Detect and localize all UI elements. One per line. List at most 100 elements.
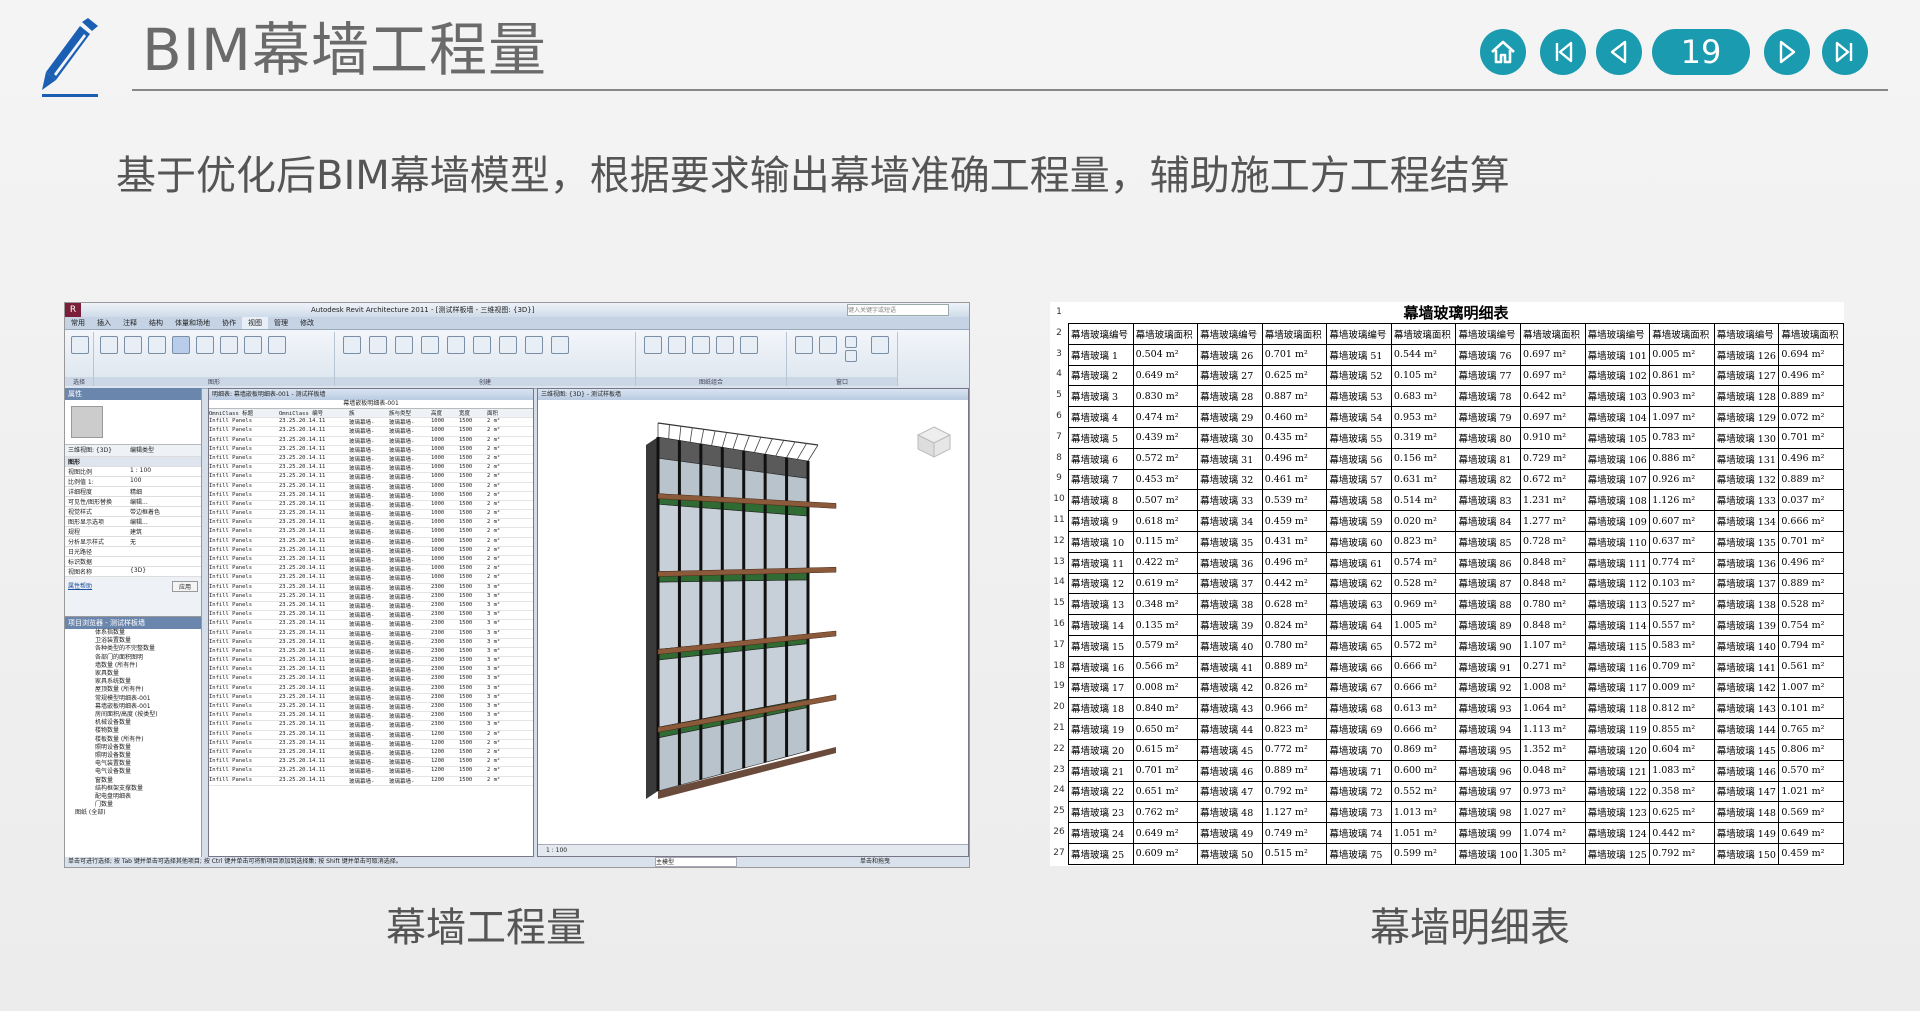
panel-id-cell[interactable]: 幕墙玻璃 77 — [1455, 364, 1522, 387]
panel-area-cell[interactable]: 0.887 m² — [1261, 385, 1328, 408]
panel-id-cell[interactable]: 幕墙玻璃 64 — [1326, 614, 1392, 636]
panel-id-cell[interactable]: 幕墙玻璃 108 — [1584, 489, 1651, 512]
schedule-row[interactable]: Infill Panels 23.25.20.14.11 玻璃幕墙- 玻璃幕墙- 230… — [209, 694, 533, 703]
ribbon-tab[interactable]: 体量和场地 — [169, 317, 216, 329]
replicate-icon[interactable] — [845, 336, 857, 348]
panel-id-cell[interactable]: 幕墙玻璃 142 — [1713, 676, 1780, 699]
modify-icon[interactable] — [71, 336, 89, 354]
property-value[interactable]: 编辑... — [130, 497, 148, 506]
panel-area-cell[interactable]: 0.020 m² — [1390, 510, 1457, 532]
panel-id-cell[interactable]: 幕墙玻璃 34 — [1197, 510, 1263, 532]
panel-id-cell[interactable]: 幕墙玻璃 31 — [1197, 447, 1263, 470]
panel-id-cell[interactable]: 幕墙玻璃 87 — [1455, 572, 1522, 595]
panel-id-cell[interactable]: 幕墙玻璃 50 — [1197, 842, 1263, 865]
schedule-row[interactable]: Infill Panels 23.25.20.14.11 玻璃幕墙- 玻璃幕墙- 230… — [209, 721, 533, 731]
property-value[interactable]: 建筑 — [130, 527, 142, 536]
ribbon-tab[interactable]: 修改 — [294, 317, 320, 329]
panel-area-cell[interactable]: 1.021 m² — [1778, 780, 1844, 803]
panel-id-cell[interactable]: 幕墙玻璃 17 — [1068, 676, 1134, 699]
panel-id-cell[interactable]: 幕墙玻璃 48 — [1197, 801, 1263, 824]
browser-tree-item[interactable]: 各部门的面积图明 — [65, 654, 201, 662]
panel-area-cell[interactable]: 0.009 m² — [1649, 676, 1715, 699]
browser-tree-item[interactable]: 常规模型明细表-001 — [65, 695, 201, 703]
schedule-row[interactable]: Infill Panels 23.25.20.14.11 玻璃幕墙- 玻璃幕墙- 120… — [209, 767, 533, 777]
panel-id-cell[interactable]: 幕墙玻璃 46 — [1197, 759, 1263, 782]
panel-area-cell[interactable]: 0.792 m² — [1649, 842, 1715, 865]
schedule-row[interactable]: Infill Panels 23.25.20.14.11 玻璃幕墙- 玻璃幕墙- 100… — [209, 492, 533, 501]
property-row[interactable]: 图形显示选项 编辑... — [65, 517, 201, 527]
panel-area-cell[interactable]: 0.572 m² — [1390, 634, 1457, 657]
panel-id-cell[interactable]: 幕墙玻璃 62 — [1326, 572, 1392, 595]
panel-area-cell[interactable]: 0.442 m² — [1261, 572, 1328, 595]
panel-id-cell[interactable]: 幕墙玻璃 40 — [1197, 634, 1263, 657]
section-icon[interactable] — [369, 336, 387, 354]
schedule-row[interactable]: Infill Panels 23.25.20.14.11 玻璃幕墙- 玻璃幕墙- 230… — [209, 666, 533, 676]
panel-area-cell[interactable]: 0.431 m² — [1261, 530, 1328, 553]
panel-id-cell[interactable]: 幕墙玻璃 41 — [1197, 655, 1263, 678]
panel-area-cell[interactable]: 0.903 m² — [1649, 385, 1715, 408]
property-row[interactable]: 可见性/图形替换 编辑... — [65, 497, 201, 507]
panel-id-cell[interactable]: 幕墙玻璃 60 — [1326, 530, 1392, 553]
schedule-row[interactable]: Infill Panels 23.25.20.14.11 玻璃幕墙- 玻璃幕墙- 230… — [209, 630, 533, 639]
panel-id-cell[interactable]: 幕墙玻璃 92 — [1455, 676, 1522, 699]
panel-id-cell[interactable]: 幕墙玻璃 89 — [1455, 614, 1522, 636]
property-value[interactable]: 1 : 100 — [130, 467, 151, 476]
panel-area-cell[interactable]: 0.765 m² — [1778, 718, 1844, 740]
panel-area-cell[interactable]: 0.973 m² — [1520, 780, 1586, 803]
panel-id-cell[interactable]: 幕墙玻璃 80 — [1455, 426, 1522, 449]
panel-id-cell[interactable]: 幕墙玻璃 128 — [1713, 385, 1780, 408]
schedule-row[interactable]: Infill Panels 23.25.20.14.11 玻璃幕墙- 玻璃幕墙- 100… — [209, 473, 533, 483]
panel-area-cell[interactable]: 0.697 m² — [1520, 406, 1586, 428]
panel-id-cell[interactable]: 幕墙玻璃 135 — [1713, 530, 1780, 553]
panel-id-cell[interactable]: 幕墙玻璃 137 — [1713, 572, 1780, 595]
panel-area-cell[interactable]: 0.889 m² — [1778, 572, 1844, 595]
panel-id-cell[interactable]: 幕墙玻璃 54 — [1326, 406, 1392, 428]
panel-id-cell[interactable]: 幕墙玻璃 32 — [1197, 468, 1263, 491]
ribbon-tab[interactable]: 结构 — [143, 317, 169, 329]
ribbon-tab[interactable]: 协作 — [216, 317, 242, 329]
panel-area-cell[interactable]: 0.826 m² — [1261, 676, 1328, 699]
panel-area-cell[interactable]: 0.583 m² — [1649, 634, 1715, 657]
panel-area-cell[interactable]: 0.439 m² — [1132, 426, 1199, 449]
panel-area-cell[interactable]: 1.352 m² — [1520, 738, 1586, 761]
panel-id-cell[interactable]: 幕墙玻璃 105 — [1584, 426, 1651, 449]
home-button[interactable] — [1480, 29, 1526, 75]
cascade-icon[interactable] — [845, 350, 857, 362]
ribbon-tab[interactable]: 视图 — [242, 317, 268, 329]
panel-id-cell[interactable]: 幕墙玻璃 52 — [1326, 364, 1392, 387]
panel-id-cell[interactable]: 幕墙玻璃 114 — [1584, 614, 1651, 636]
user-interface-icon[interactable] — [871, 336, 889, 354]
panel-area-cell[interactable]: 0.528 m² — [1390, 572, 1457, 595]
browser-tree-item[interactable]: 各种类型的不完整数量 — [65, 645, 201, 653]
panel-area-cell[interactable]: 1.064 m² — [1520, 697, 1586, 720]
browser-tree-item[interactable]: 配电盘明细表 — [65, 793, 201, 801]
panel-area-cell[interactable]: 0.570 m² — [1778, 759, 1844, 782]
panel-area-cell[interactable]: 0.701 m² — [1778, 530, 1844, 553]
plan-views-icon[interactable] — [447, 336, 465, 354]
property-value[interactable]: 带边框着色 — [130, 507, 160, 516]
panel-area-cell[interactable]: 0.435 m² — [1261, 426, 1328, 449]
panel-id-cell[interactable]: 幕墙玻璃 102 — [1584, 364, 1651, 387]
panel-id-cell[interactable]: 幕墙玻璃 88 — [1455, 593, 1522, 616]
panel-area-cell[interactable]: 0.561 m² — [1778, 655, 1844, 678]
schedule-row[interactable]: Infill Panels 23.25.20.14.11 玻璃幕墙- 玻璃幕墙- 100… — [209, 418, 533, 428]
panel-id-cell[interactable]: 幕墙玻璃 110 — [1584, 530, 1651, 553]
panel-area-cell[interactable]: 0.504 m² — [1132, 343, 1199, 366]
panel-area-cell[interactable]: 0.774 m² — [1649, 551, 1715, 574]
filters-icon[interactable] — [148, 336, 166, 354]
panel-area-cell[interactable]: 0.709 m² — [1649, 655, 1715, 678]
panel-area-cell[interactable]: 1.027 m² — [1520, 801, 1586, 824]
revit-search-input[interactable]: 键入关键字或短语 — [847, 304, 949, 316]
schedule-row[interactable]: Infill Panels 23.25.20.14.11 玻璃幕墙- 玻璃幕墙- 100… — [209, 446, 533, 455]
panel-area-cell[interactable]: 0.496 m² — [1261, 551, 1328, 574]
panel-id-cell[interactable]: 幕墙玻璃 141 — [1713, 655, 1780, 678]
panel-id-cell[interactable]: 幕墙玻璃 84 — [1455, 510, 1522, 532]
schedule-row[interactable]: Infill Panels 23.25.20.14.11 玻璃幕墙- 玻璃幕墙- 120… — [209, 749, 533, 759]
browser-tree-item[interactable]: 楼板数量 (所有件) — [65, 736, 201, 744]
panel-id-cell[interactable]: 幕墙玻璃 136 — [1713, 551, 1780, 574]
property-row[interactable]: 详细程度 精细 — [65, 487, 201, 497]
panel-area-cell[interactable]: 1.097 m² — [1649, 406, 1715, 428]
panel-area-cell[interactable]: 1.083 m² — [1649, 759, 1715, 782]
property-value[interactable]: 100 — [130, 477, 141, 486]
panel-id-cell[interactable]: 幕墙玻璃 12 — [1068, 572, 1134, 595]
